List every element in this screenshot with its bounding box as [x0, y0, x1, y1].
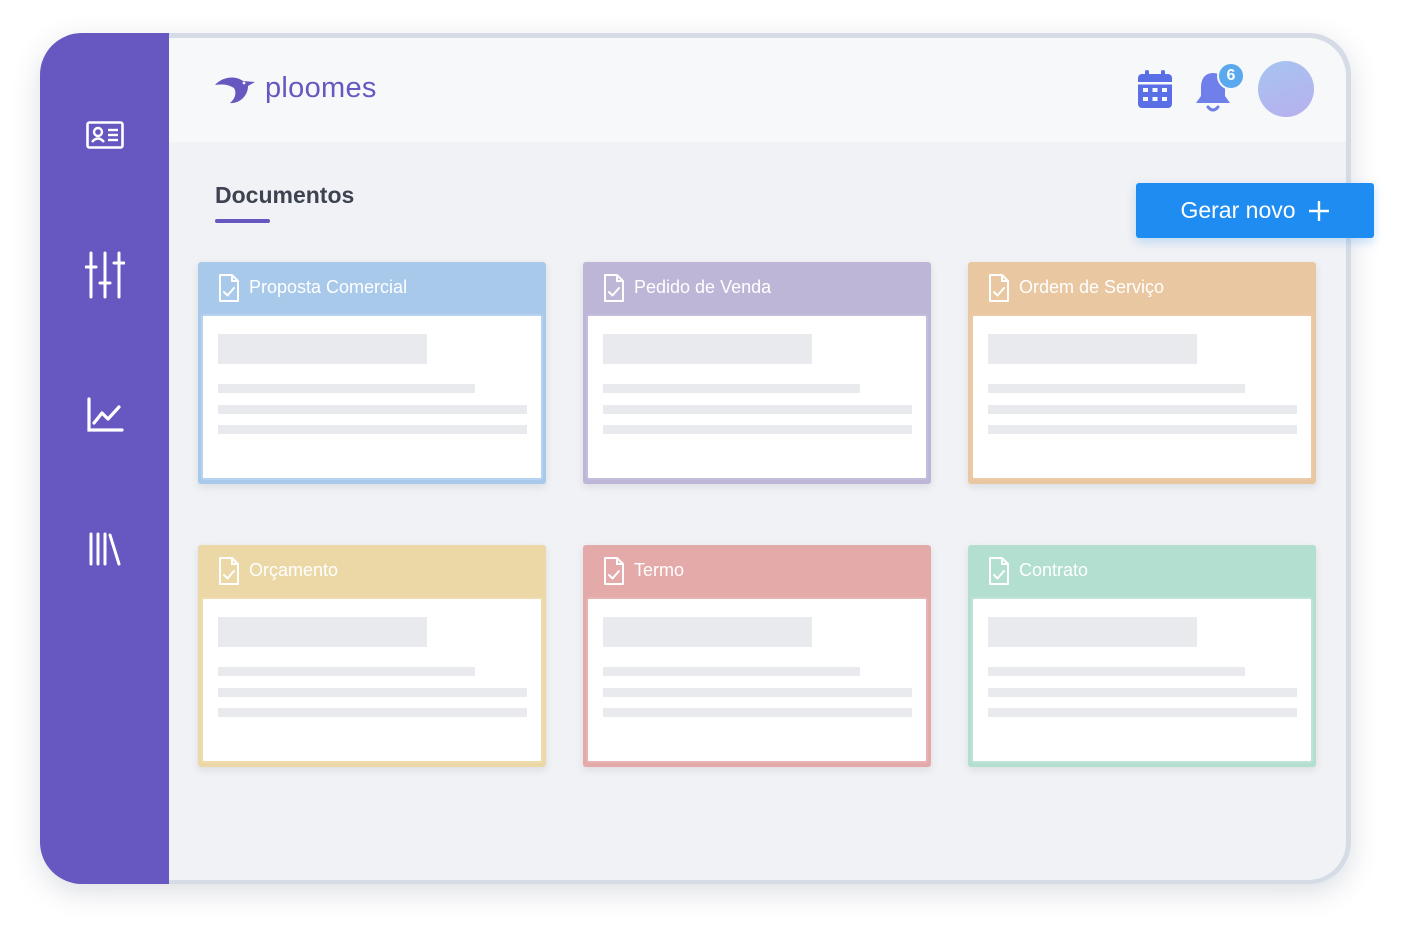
- card-header: Pedido de Venda: [583, 262, 931, 313]
- skeleton-line: [988, 667, 1245, 676]
- skeleton-line: [218, 708, 527, 717]
- document-check-icon: [218, 556, 240, 586]
- calendar-icon: [1138, 70, 1172, 108]
- skeleton-block: [988, 617, 1197, 647]
- contact-card-icon: [85, 121, 124, 149]
- sidebar-item-settings[interactable]: [40, 247, 169, 303]
- document-card[interactable]: Proposta Comercial: [198, 262, 546, 484]
- card-title: Ordem de Serviço: [1019, 277, 1165, 297]
- calendar-button[interactable]: [1137, 69, 1173, 114]
- card-header: Ordem de Serviço: [968, 262, 1316, 313]
- skeleton-line: [218, 384, 475, 393]
- card-title: Orçamento: [249, 560, 339, 580]
- logo[interactable]: ploomes: [213, 72, 377, 105]
- title-underline: [215, 219, 270, 223]
- document-card[interactable]: Pedido de Venda: [583, 262, 931, 484]
- ploomes-bird-icon: [215, 77, 255, 103]
- card-preview: [201, 314, 543, 480]
- document-check-icon: [603, 273, 625, 303]
- plus-icon: [1308, 200, 1329, 221]
- skeleton-line: [218, 688, 527, 697]
- card-title: Proposta Comercial: [249, 277, 408, 297]
- sidebar-item-library[interactable]: [40, 521, 169, 577]
- document-check-icon: [218, 273, 240, 303]
- card-title: Contrato: [1019, 560, 1089, 580]
- card-preview: [586, 314, 928, 480]
- skeleton-block: [603, 334, 812, 364]
- page-title: Documentos: [215, 182, 355, 208]
- skeleton-line: [603, 384, 860, 393]
- document-card[interactable]: Orçamento: [198, 545, 546, 767]
- skeleton-line: [988, 384, 1245, 393]
- card-preview: [586, 597, 928, 763]
- skeleton-line: [603, 708, 912, 717]
- card-preview: [201, 597, 543, 763]
- skeleton-line: [603, 425, 912, 434]
- skeleton-line: [218, 425, 527, 434]
- skeleton-block: [603, 617, 812, 647]
- document-card[interactable]: Termo: [583, 545, 931, 767]
- card-header: Proposta Comercial: [198, 262, 546, 313]
- card-preview: [971, 597, 1313, 763]
- document-check-icon: [603, 556, 625, 586]
- skeleton-block: [988, 334, 1197, 364]
- document-card[interactable]: Contrato: [968, 545, 1316, 767]
- skeleton-line: [218, 667, 475, 676]
- skeleton-block: [218, 617, 427, 647]
- card-header: Orçamento: [198, 545, 546, 596]
- sliders-icon: [84, 251, 125, 299]
- logo-text: ploomes: [265, 72, 377, 104]
- document-check-icon: [988, 556, 1010, 586]
- skeleton-line: [603, 688, 912, 697]
- generate-new-button[interactable]: Gerar novo: [1136, 183, 1374, 238]
- skeleton-line: [988, 688, 1297, 697]
- sidebar-item-reports[interactable]: [40, 387, 169, 443]
- top-bar: ploomes 6: [169, 38, 1346, 142]
- card-preview: [971, 314, 1313, 480]
- chart-line-icon: [86, 397, 124, 432]
- card-header: Termo: [583, 545, 931, 596]
- sidebar: [40, 33, 169, 884]
- sidebar-item-contacts[interactable]: [40, 107, 169, 163]
- skeleton-line: [218, 405, 527, 414]
- library-icon: [89, 532, 120, 566]
- avatar[interactable]: [1258, 61, 1314, 117]
- skeleton-line: [988, 425, 1297, 434]
- card-title: Termo: [634, 560, 685, 580]
- document-card[interactable]: Ordem de Serviço: [968, 262, 1316, 484]
- generate-new-label: Gerar novo: [1180, 197, 1296, 223]
- document-check-icon: [988, 273, 1010, 303]
- card-header: Contrato: [968, 545, 1316, 596]
- skeleton-block: [218, 334, 427, 364]
- notification-badge: 6: [1217, 62, 1245, 90]
- skeleton-line: [603, 667, 860, 676]
- skeleton-line: [603, 405, 912, 414]
- skeleton-line: [988, 708, 1297, 717]
- skeleton-line: [988, 405, 1297, 414]
- card-title: Pedido de Venda: [634, 277, 772, 297]
